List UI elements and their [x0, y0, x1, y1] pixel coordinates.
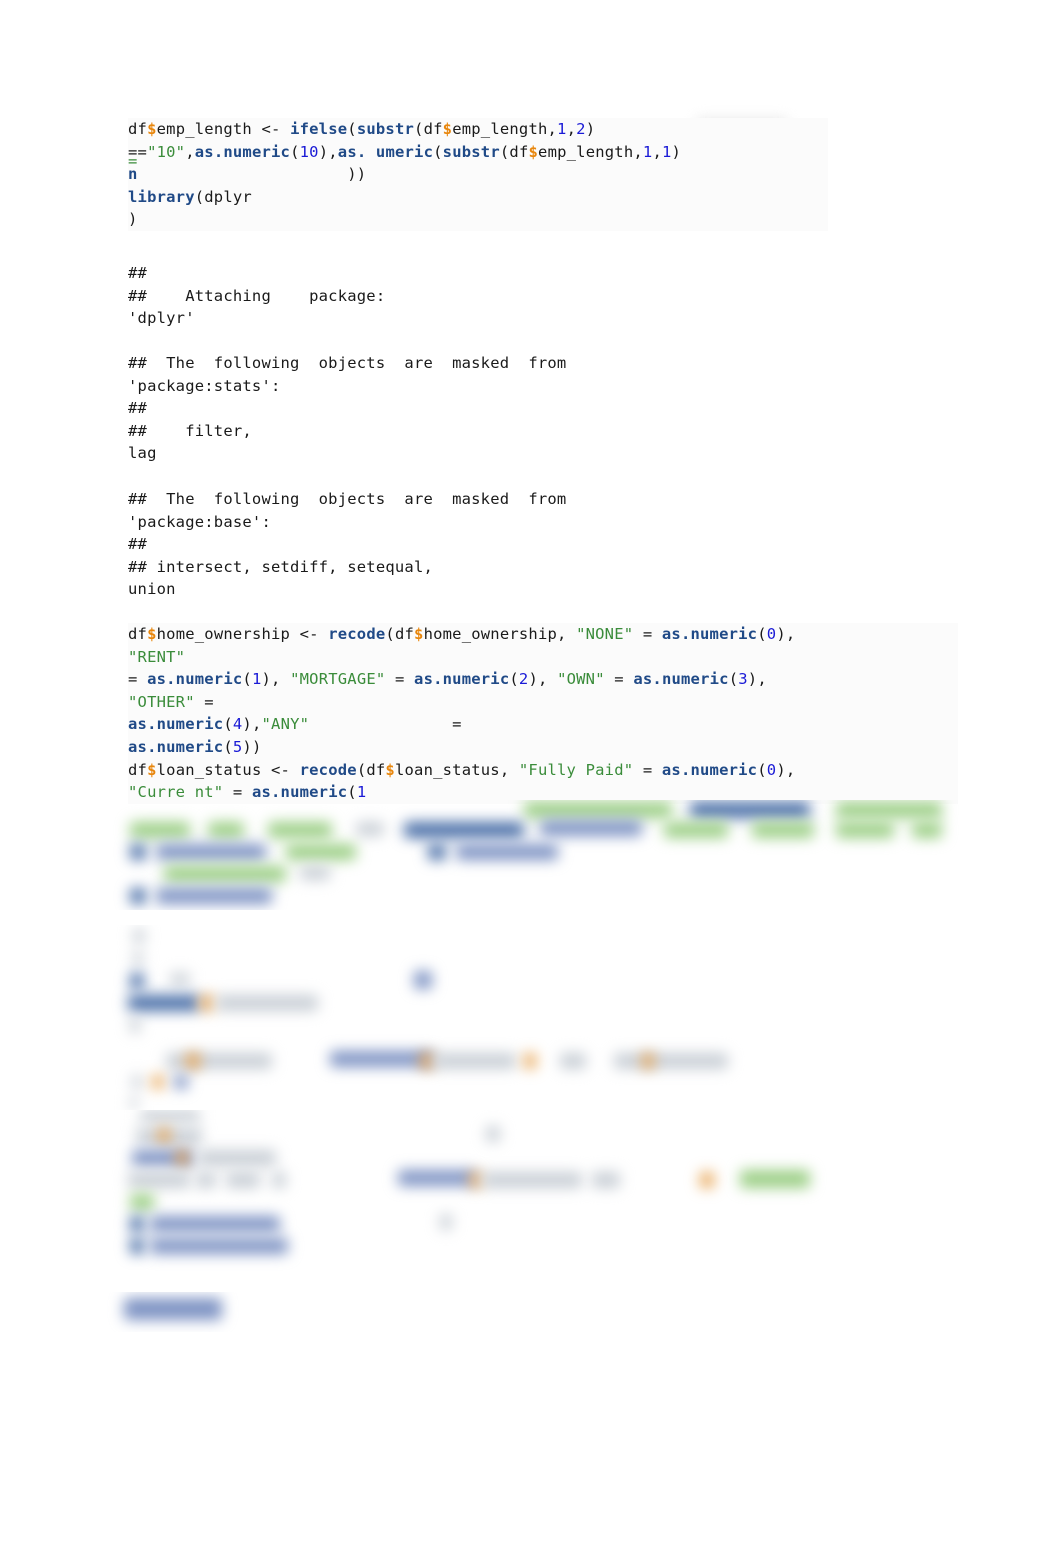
code-line: ) [128, 210, 138, 229]
output-line: ## Attaching package: [128, 286, 386, 305]
output-line: ## [128, 535, 148, 554]
code-line: df$home_ownership <- recode(df$home_owne… [128, 625, 796, 643]
output-line: ## [128, 399, 148, 418]
code-line: n )) [128, 165, 367, 184]
output-line: ## The following objects are masked from [128, 354, 567, 372]
code-line: df$loan_status <- recode(df$loan_status,… [128, 760, 796, 779]
redacted-heading [0, 1292, 1062, 1332]
output-line: 'package:base': [128, 512, 271, 531]
output-line: ## intersect, setdiff, setequal, [128, 557, 434, 576]
output-line: ## The following objects are masked from [128, 490, 567, 508]
redacted-code-block-2 [0, 925, 1062, 1110]
code-line: "RENT" [128, 647, 186, 666]
code-line: =="10",as.numeric(10),as. umeric(substr(… [128, 142, 682, 161]
output-line: ## filter, [128, 421, 252, 440]
code-line: = as.numeric(1), "MORTGAGE" = as.numeric… [128, 670, 767, 689]
redacted-code-block-3 [0, 1110, 1062, 1275]
code-line: library(dplyr [128, 187, 252, 206]
code-line: as.numeric(5)) [128, 737, 262, 756]
output-attaching-package: ## ## Attaching package: 'dplyr' [128, 262, 828, 330]
output-masked-base: ## The following objects are masked from… [128, 488, 868, 601]
document-page: df$emp_length <- ifelse(substr(df$emp_le… [0, 0, 1062, 1556]
output-line: 'dplyr' [128, 309, 195, 328]
code-line: "OTHER" = [128, 692, 214, 711]
output-line: lag [128, 444, 157, 463]
output-line: 'package:stats': [128, 376, 281, 395]
output-masked-stats: ## The following objects are masked from… [128, 352, 868, 465]
redacted-code-block-1 [0, 800, 1062, 910]
overlap-artifact: = [128, 152, 138, 170]
output-line: union [128, 580, 176, 599]
code-line: as.numeric(4),"ANY" = [128, 715, 462, 734]
code-block-recode: df$home_ownership <- recode(df$home_owne… [128, 623, 958, 804]
code-line: df$emp_length <- ifelse(substr(df$emp_le… [128, 120, 596, 138]
output-line: ## [128, 264, 148, 282]
code-block-emp-length: df$emp_length <- ifelse(substr(df$emp_le… [128, 118, 828, 231]
